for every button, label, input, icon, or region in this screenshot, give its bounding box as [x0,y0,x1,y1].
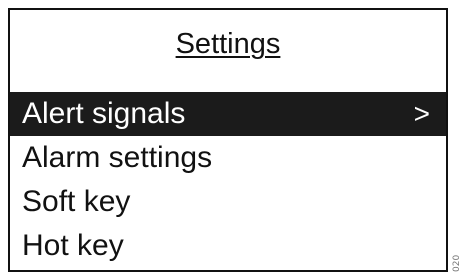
menu-item-label: Alert signals [22,97,186,130]
document-code: 020 [452,254,462,272]
settings-menu: Alert signals > Alarm settings Soft key … [10,92,446,268]
menu-item-label: Alarm settings [22,141,213,174]
menu-item-label: Hot key [22,229,124,262]
settings-screen: Settings Alert signals > Alarm settings … [8,8,448,272]
menu-item-alert-signals[interactable]: Alert signals > [10,92,446,136]
menu-item-alarm-settings[interactable]: Alarm settings [10,136,446,180]
chevron-right-icon: > [413,98,430,129]
menu-item-label: Soft key [22,185,131,218]
menu-item-soft-key[interactable]: Soft key [10,180,446,224]
menu-item-hot-key[interactable]: Hot key [10,224,446,268]
page-title: Settings [175,28,281,60]
